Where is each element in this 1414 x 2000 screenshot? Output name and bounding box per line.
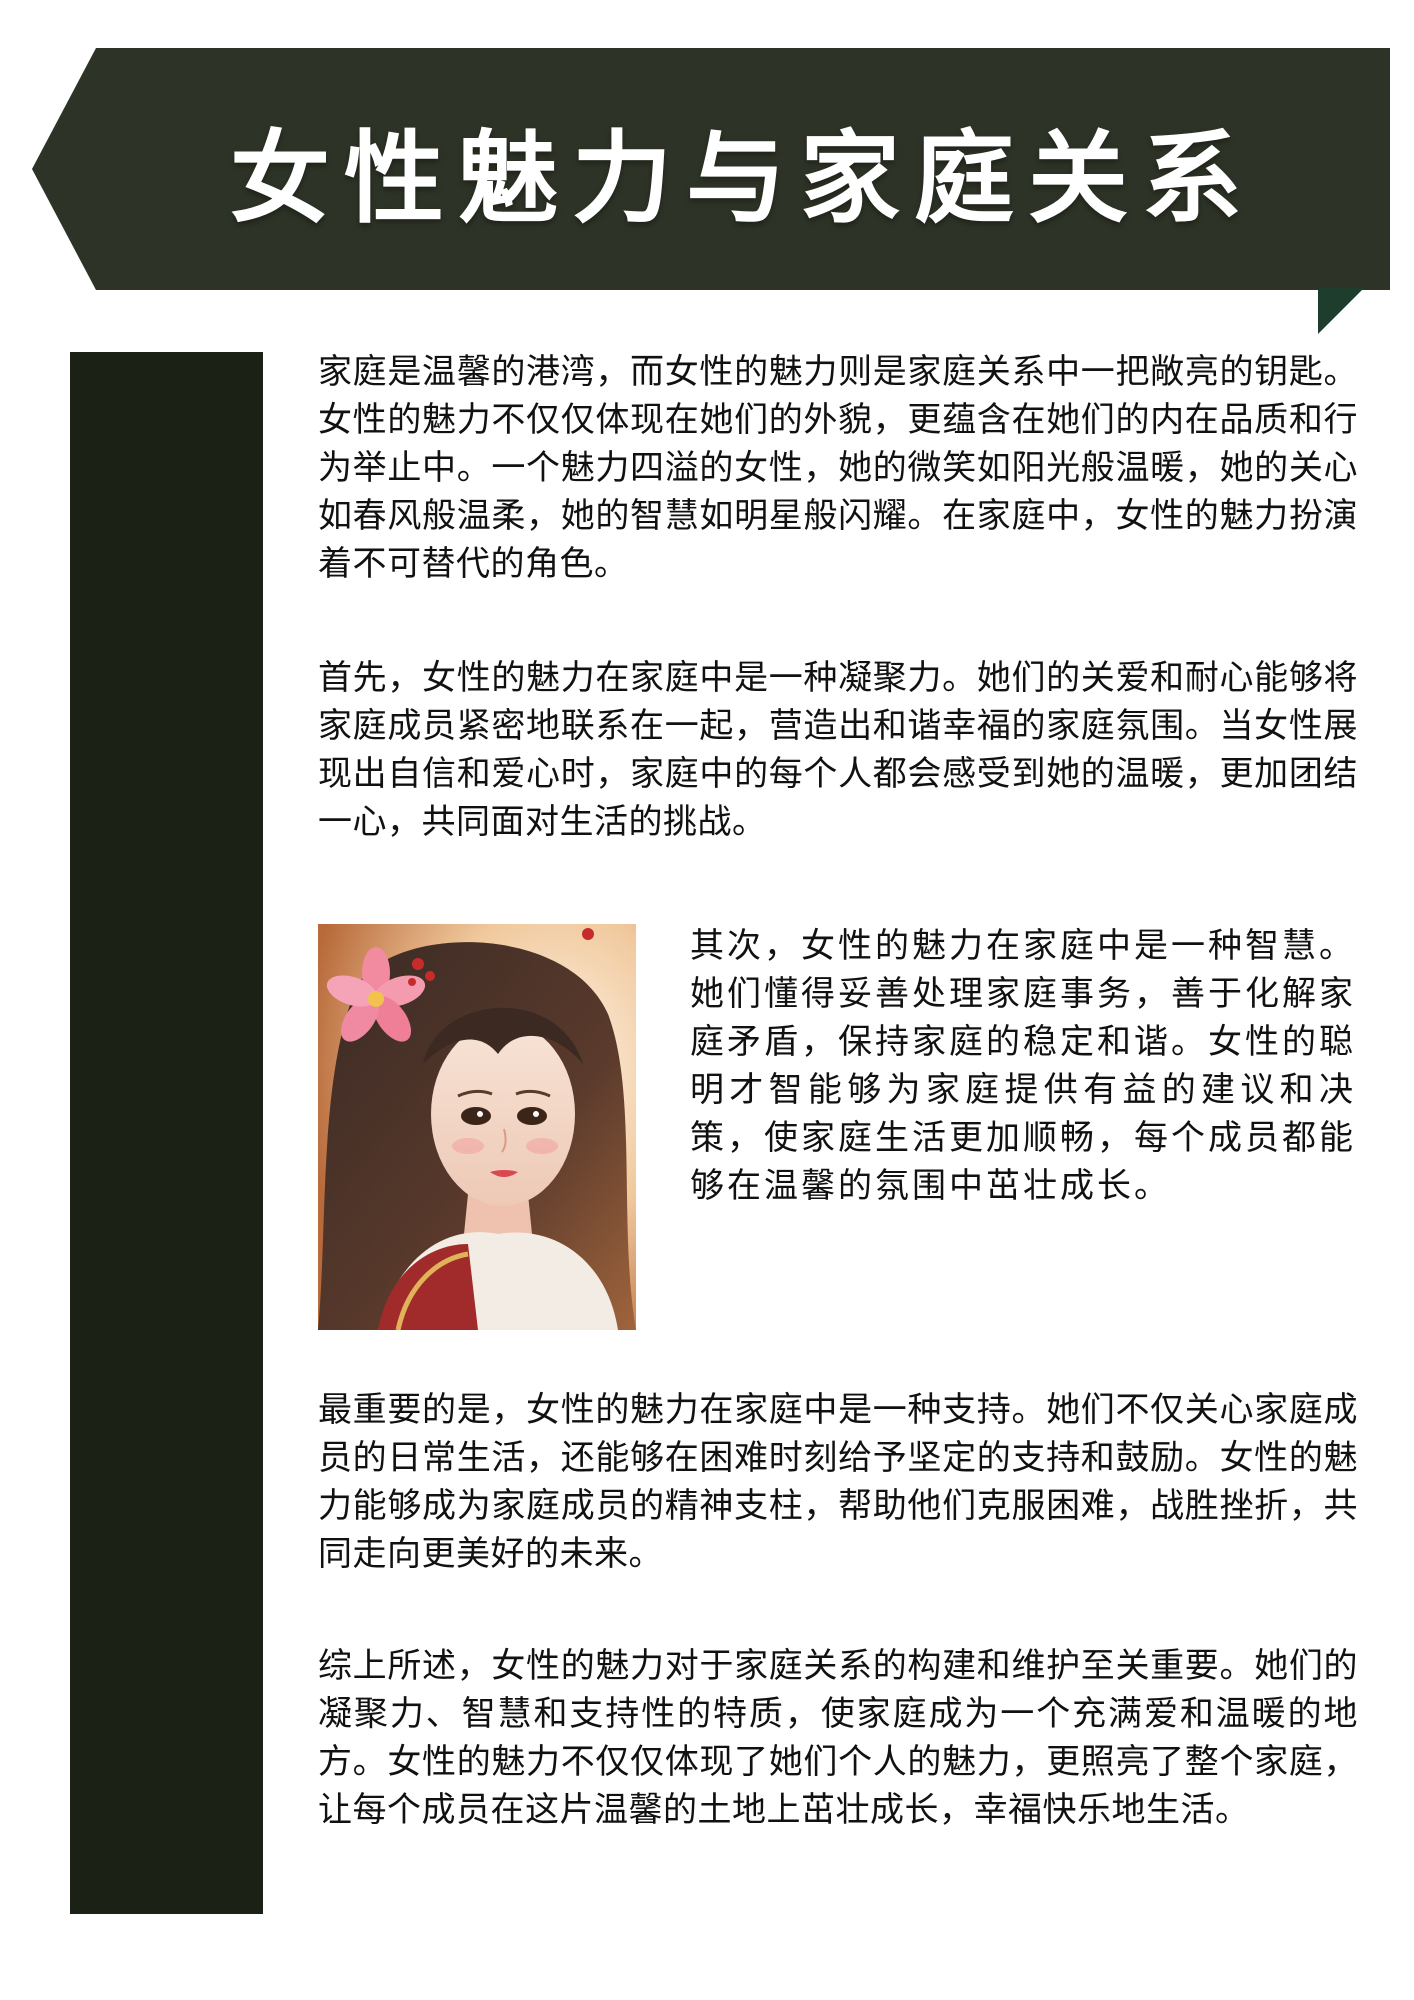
- paragraph-support: 最重要的是，女性的魅力在家庭中是一种支持。她们不仅关心家庭成员的日常生活，还能够…: [318, 1390, 1358, 1574]
- paragraph-cohesion: 首先，女性的魅力在家庭中是一种凝聚力。她们的关爱和耐心能够将家庭成员紧密地联系在…: [318, 658, 1358, 842]
- paragraph-conclusion: 综上所述，女性的魅力对于家庭关系的构建和维护至关重要。她们的凝聚力、智慧和支持性…: [318, 1646, 1358, 1830]
- side-decorative-bar: [70, 352, 263, 1914]
- portrait-image: [318, 924, 636, 1330]
- paragraph-intro: 家庭是温馨的港湾，而女性的魅力则是家庭关系中一把敞亮的钥匙。女性的魅力不仅仅体现…: [318, 352, 1358, 584]
- banner-fold-decoration: [1318, 288, 1364, 334]
- paragraph-wisdom: 其次，女性的魅力在家庭中是一种智慧。她们懂得妥善处理家庭事务，善于化解家庭矛盾，…: [690, 926, 1356, 1206]
- page-title: 女性魅力与家庭关系: [230, 119, 1256, 237]
